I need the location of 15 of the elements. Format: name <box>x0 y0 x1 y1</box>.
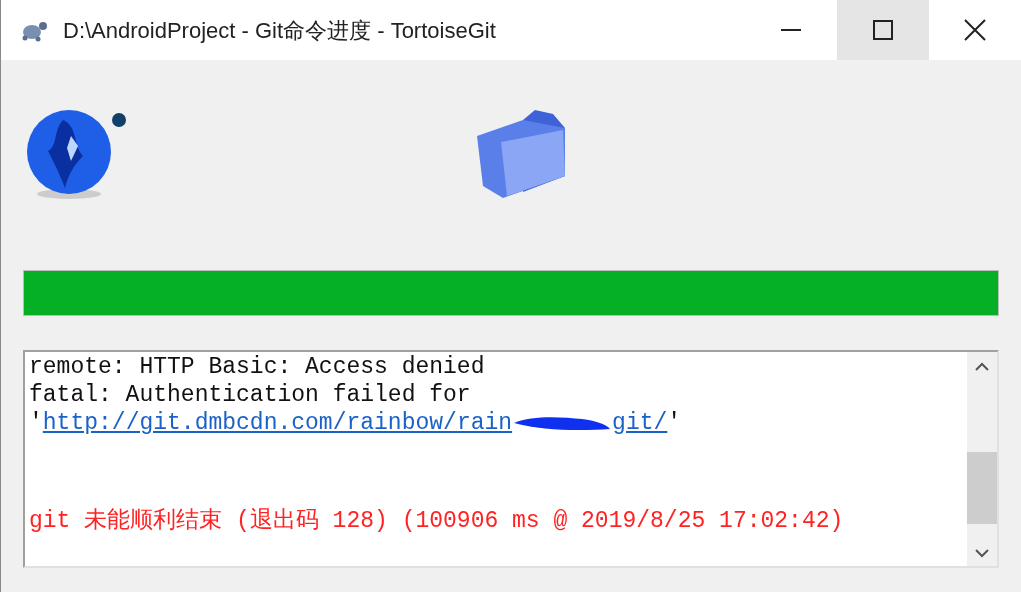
log-line: remote: HTTP Basic: Access denied <box>29 353 486 381</box>
window-title: D:\AndroidProject - Git命令进度 - TortoiseGit <box>63 16 496 45</box>
scroll-thumb[interactable] <box>967 452 997 524</box>
minimize-icon <box>781 29 801 31</box>
scroll-down-icon[interactable] <box>975 548 989 558</box>
scrollbar[interactable] <box>967 352 997 566</box>
log-line: fatal: Authentication failed for <box>29 381 472 409</box>
close-icon <box>964 19 986 41</box>
error-line: git 未能顺利结束 (退出码 128) (100906 ms @ 2019/8/25 17:02:42) <box>29 507 845 535</box>
repository-link[interactable]: http://git.dmbcdn.com/rainbow/rain git/ <box>42 409 668 437</box>
scroll-up-icon[interactable] <box>975 362 989 372</box>
maximize-icon <box>873 20 893 40</box>
maximize-button[interactable] <box>837 0 929 60</box>
quote-mark: ' <box>29 409 43 437</box>
quote-mark: ' <box>667 409 682 437</box>
